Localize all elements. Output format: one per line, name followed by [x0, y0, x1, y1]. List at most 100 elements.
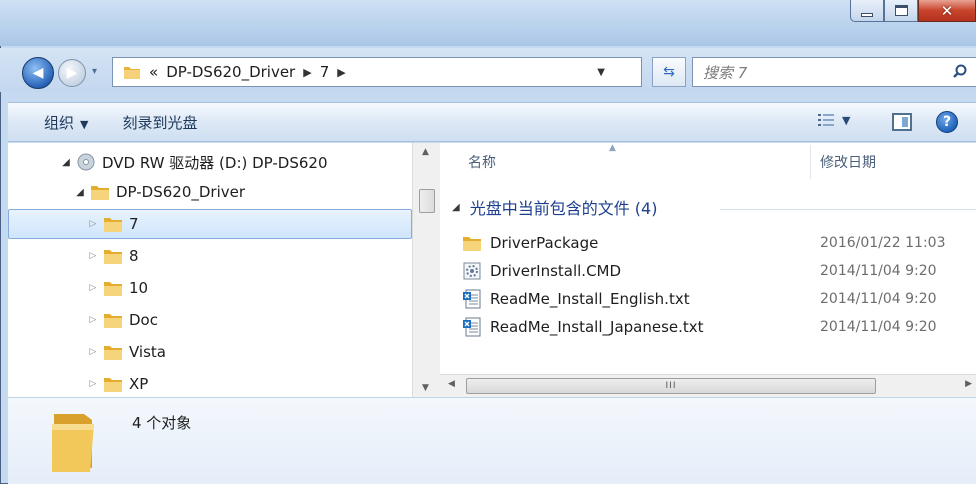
file-date: 2016/01/22 11:03 [820, 235, 946, 251]
tree-item-label: XP [129, 375, 149, 393]
back-button[interactable]: ◀ [22, 57, 54, 89]
minimize-icon [861, 12, 873, 17]
breadcrumb-overflow[interactable]: « [149, 63, 158, 81]
forward-button[interactable]: ▶ [58, 59, 86, 87]
file-name: ReadMe_Install_Japanese.txt [490, 318, 704, 336]
tree-vertical-scrollbar[interactable]: ▲ ▼ [412, 143, 440, 397]
collapsed-arrow-icon[interactable]: ▷ [87, 251, 99, 261]
file-row[interactable]: DriverPackage 2016/01/22 11:03 [462, 229, 976, 257]
collapsed-arrow-icon[interactable]: ▷ [87, 283, 99, 293]
group-header[interactable]: ◢ 光盘中当前包含的文件 (4) [452, 195, 657, 219]
tree-item-7[interactable]: ▷ 7 [8, 209, 412, 239]
close-icon: ✕ [940, 1, 954, 20]
collapsed-arrow-icon[interactable]: ▷ [87, 379, 99, 389]
scroll-thumb[interactable] [419, 189, 435, 213]
cmd-file-icon [463, 262, 481, 280]
tree-item-label: Doc [129, 311, 158, 329]
preview-pane-button[interactable] [892, 113, 912, 131]
view-details-icon [818, 114, 834, 126]
close-button[interactable]: ✕ [918, 0, 976, 22]
sort-ascending-icon: ▲ [609, 143, 616, 153]
dropdown-arrow-icon: ▼ [842, 113, 851, 127]
tree-item-label: 8 [129, 247, 139, 265]
title-bar[interactable]: ✕ [0, 0, 976, 46]
navigation-tree: ◢ DVD RW 驱动器 (D:) DP-DS620 ◢ DP-DS620_Dr… [8, 143, 412, 397]
file-list-horizontal-scrollbar[interactable]: ◀ III ▶ [440, 374, 976, 397]
arrow-right-icon: ▶ [66, 65, 78, 81]
organize-menu[interactable]: 组织 ▼ [44, 112, 88, 133]
scroll-left-icon[interactable]: ◀ [448, 379, 455, 389]
chevron-right-icon[interactable]: ▶ [303, 66, 311, 79]
burn-to-disc-button[interactable]: 刻录到光盘 [122, 112, 197, 133]
collapsed-arrow-icon[interactable]: ▷ [87, 315, 99, 325]
tree-item-dvd-drive[interactable]: ◢ DVD RW 驱动器 (D:) DP-DS620 [60, 147, 328, 177]
address-bar[interactable]: « DP-DS620_Driver ▶ 7 ▶ ▼ [112, 57, 642, 87]
change-view-button[interactable]: ▼ [818, 113, 850, 127]
group-collapse-icon[interactable]: ◢ [452, 202, 460, 213]
file-date: 2014/11/04 9:20 [820, 263, 937, 279]
folder-icon [104, 378, 122, 392]
file-row[interactable]: ReadMe_Install_English.txt 2014/11/04 9:… [462, 285, 976, 313]
expanded-arrow-icon[interactable]: ◢ [60, 157, 72, 168]
tree-item-doc[interactable]: ▷ Doc [87, 305, 158, 335]
scroll-up-icon[interactable]: ▲ [422, 147, 429, 157]
details-pane: 4 个对象 [8, 397, 976, 484]
file-name: ReadMe_Install_English.txt [490, 290, 690, 308]
dvd-drive-icon [77, 153, 95, 171]
dropdown-arrow-icon: ▼ [80, 117, 89, 131]
organize-label: 组织 [44, 113, 75, 132]
file-name: DriverInstall.CMD [490, 262, 622, 280]
folder-icon [52, 414, 94, 472]
command-bar: 组织 ▼ 刻录到光盘 ▼ ? [8, 102, 976, 142]
text-file-icon [463, 289, 481, 309]
help-button[interactable]: ? [936, 111, 958, 133]
breadcrumb-item-dp-ds620-driver[interactable]: DP-DS620_Driver [166, 63, 295, 81]
address-history-dropdown[interactable]: ▼ [597, 67, 605, 78]
tree-item-8[interactable]: ▷ 8 [87, 241, 139, 271]
file-name: DriverPackage [490, 234, 599, 252]
tree-item-label: Vista [129, 343, 166, 361]
column-header-name[interactable]: 名称 [468, 143, 496, 181]
group-divider [720, 209, 976, 210]
group-title: 光盘中当前包含的文件 (4) [469, 199, 658, 218]
text-file-icon [463, 317, 481, 337]
chevron-right-icon[interactable]: ▶ [337, 66, 345, 79]
refresh-icon: ⇆ [663, 64, 675, 80]
file-list: ▲ 名称 修改日期 ◢ 光盘中当前包含的文件 (4) DriverPackage… [440, 143, 976, 374]
tree-item-xp[interactable]: ▷ XP [87, 369, 149, 397]
tree-item-label: DVD RW 驱动器 (D:) DP-DS620 [102, 153, 328, 172]
scroll-down-icon[interactable]: ▼ [422, 383, 429, 393]
window-controls: ✕ [850, 0, 976, 28]
item-count-status: 4 个对象 [132, 414, 192, 432]
arrow-left-icon: ◀ [32, 65, 44, 81]
tree-item-vista[interactable]: ▷ Vista [87, 337, 166, 367]
search-input[interactable]: 搜索 7 [703, 62, 747, 83]
file-date: 2014/11/04 9:20 [820, 291, 937, 307]
tree-item-10[interactable]: ▷ 10 [87, 273, 149, 303]
minimize-button[interactable] [850, 0, 884, 22]
collapsed-arrow-icon[interactable]: ▷ [87, 347, 99, 357]
search-box[interactable]: 搜索 7 [692, 57, 976, 87]
maximize-button[interactable] [884, 0, 918, 22]
column-header-date-modified[interactable]: 修改日期 [820, 143, 876, 181]
scroll-thumb[interactable]: III [466, 378, 876, 394]
folder-icon [104, 346, 122, 360]
file-row[interactable]: ReadMe_Install_Japanese.txt 2014/11/04 9… [462, 313, 976, 341]
help-icon: ? [942, 114, 952, 130]
folder-icon [91, 186, 109, 200]
expanded-arrow-icon[interactable]: ◢ [74, 187, 86, 198]
folder-icon [104, 314, 122, 328]
search-icon[interactable] [952, 63, 968, 79]
tree-item-dp-ds620-driver[interactable]: ◢ DP-DS620_Driver [74, 177, 245, 207]
breadcrumb-item-7[interactable]: 7 [320, 63, 330, 81]
tree-item-label: DP-DS620_Driver [116, 183, 246, 201]
collapsed-arrow-icon[interactable]: ▷ [87, 219, 99, 229]
recent-pages-dropdown[interactable]: ▾ [92, 66, 104, 78]
refresh-button[interactable]: ⇆ [652, 57, 686, 87]
file-date: 2014/11/04 9:20 [820, 319, 937, 335]
scroll-right-icon[interactable]: ▶ [965, 379, 972, 389]
file-row[interactable]: DriverInstall.CMD 2014/11/04 9:20 [462, 257, 976, 285]
folder-icon [124, 67, 140, 79]
tree-item-label: 10 [129, 279, 149, 297]
column-divider[interactable] [810, 145, 811, 179]
